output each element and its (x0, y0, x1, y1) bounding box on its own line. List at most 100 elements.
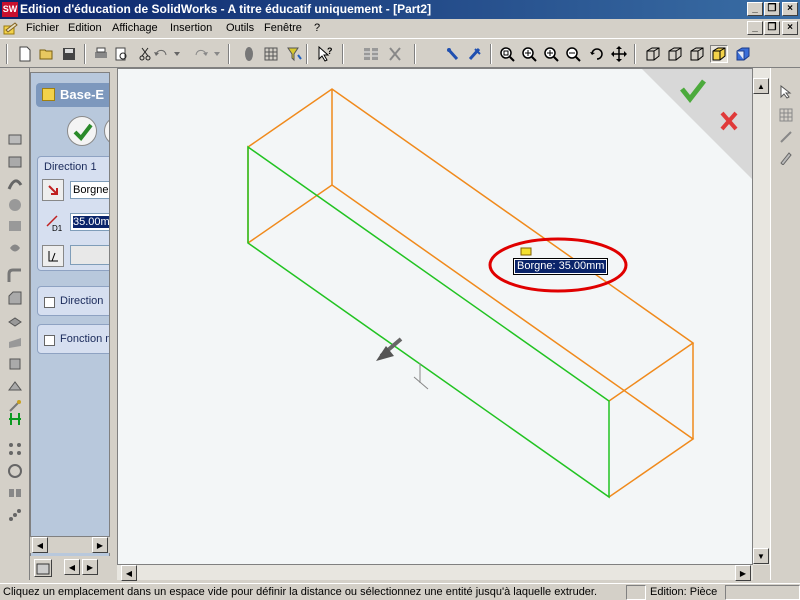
vertical-scrollbar[interactable]: ▲ ▼ (753, 68, 770, 565)
mirror-icon[interactable] (6, 485, 24, 501)
zoom-area-icon[interactable] (520, 45, 538, 63)
rotate-icon[interactable] (588, 45, 606, 63)
status-pane (626, 585, 646, 600)
close-button[interactable]: × (782, 2, 798, 16)
pm-horizontal-scrollbar[interactable]: ◀ ▶ (30, 536, 110, 553)
doc-restore-button[interactable]: ❐ (764, 21, 780, 35)
measure-icon[interactable] (444, 45, 462, 63)
curve-pattern-icon[interactable] (6, 507, 24, 523)
grid-icon[interactable] (778, 107, 794, 123)
toolbar-separator (228, 44, 230, 64)
scroll-left-button[interactable]: ◀ (121, 565, 137, 581)
scroll-right-button[interactable]: ▶ (92, 537, 108, 553)
window-title: Edition d'éducation de SolidWorks - A ti… (20, 2, 432, 16)
pm-cancel-button[interactable] (104, 116, 109, 146)
title-bar: SW Edition d'éducation de SolidWorks - A… (0, 0, 800, 19)
save-icon[interactable] (60, 45, 78, 63)
extrude-feature-icon (42, 88, 55, 101)
menu-fichier[interactable]: Fichier (26, 22, 59, 34)
minimize-button[interactable]: _ (747, 2, 763, 16)
filter-icon[interactable] (286, 45, 304, 63)
pm-title: Base-E (60, 87, 105, 102)
loft-icon[interactable] (6, 197, 24, 213)
sketch-grid-icon[interactable] (262, 45, 280, 63)
tab-scroll-left-button[interactable]: ◀ (64, 559, 80, 575)
rib-icon[interactable] (6, 334, 24, 350)
scroll-down-button[interactable]: ▼ (753, 548, 769, 564)
menu-edition[interactable]: Edition (68, 22, 102, 34)
shaded-icon[interactable] (734, 45, 752, 63)
revolve-cut-icon[interactable] (6, 240, 24, 256)
zoom-selection-icon[interactable] (564, 45, 582, 63)
dimension-icon[interactable] (778, 129, 794, 145)
restore-button[interactable]: ❐ (764, 2, 780, 16)
dimension-handle-icon[interactable] (520, 247, 532, 256)
sweep-icon[interactable] (6, 175, 24, 191)
direction1-title: Direction 1 (44, 161, 97, 173)
sketch-toolbar (770, 68, 800, 580)
scroll-up-button[interactable]: ▲ (753, 78, 769, 94)
menu-bar: Fichier Edition Affichage Insertion Outi… (0, 19, 800, 38)
pan-icon[interactable] (610, 45, 628, 63)
dimension-callout[interactable]: Borgne: 35.00mm (512, 258, 609, 275)
redo-dropdown-icon[interactable] (208, 45, 226, 63)
print-preview-icon[interactable] (112, 45, 130, 63)
select-arrow-icon[interactable] (778, 84, 794, 100)
rebuild-icon[interactable] (386, 45, 404, 63)
graphics-area[interactable]: Borgne: 35.00mm (117, 68, 753, 565)
depth-input[interactable]: 35.00m (70, 213, 109, 231)
toolbar-separator (342, 44, 344, 64)
revolve-boss-icon[interactable] (6, 154, 24, 170)
move-face-icon[interactable] (6, 411, 24, 427)
menu-outils[interactable]: Outils (226, 22, 254, 34)
tab-scroll-right-button[interactable]: ▶ (82, 559, 98, 575)
new-icon[interactable] (16, 45, 34, 63)
direction2-checkbox[interactable] (44, 297, 55, 308)
circular-pattern-icon[interactable] (6, 463, 24, 479)
menu-fenetre[interactable]: Fenêtre (264, 22, 302, 34)
menu-help[interactable]: ? (314, 22, 320, 34)
toolbar-separator (490, 44, 492, 64)
toolbar-grip (6, 44, 8, 64)
reverse-direction-icon[interactable] (42, 179, 64, 201)
dome-icon[interactable] (6, 378, 24, 394)
extrude-cut-icon[interactable] (6, 218, 24, 234)
mass-icon[interactable] (466, 45, 484, 63)
thin-feature-checkbox[interactable] (44, 335, 55, 346)
zoom-in-out-icon[interactable] (542, 45, 560, 63)
document-menu-icon[interactable] (3, 21, 19, 36)
hidden-lines-icon[interactable] (688, 45, 706, 63)
extrude-boss-icon[interactable] (6, 131, 24, 147)
menu-affichage[interactable]: Affichage (112, 22, 158, 34)
wireframe-icon[interactable] (666, 45, 684, 63)
scroll-right-button[interactable]: ▶ (735, 565, 751, 581)
table-icon[interactable] (362, 45, 380, 63)
help-pointer-icon[interactable]: ? (316, 45, 334, 63)
shell-icon[interactable] (6, 312, 24, 328)
linear-pattern-icon[interactable] (6, 441, 24, 457)
standard-toolbar: ? (0, 38, 800, 68)
zoom-fit-icon[interactable] (498, 45, 516, 63)
sketch-pencil-icon[interactable] (778, 150, 794, 166)
doc-minimize-button[interactable]: _ (747, 21, 763, 35)
doc-close-button[interactable]: × (782, 21, 798, 35)
scroll-left-button[interactable]: ◀ (32, 537, 48, 553)
horizontal-scrollbar[interactable]: ◀ ▶ (117, 565, 753, 581)
status-pane-empty (725, 585, 800, 600)
isometric-icon[interactable] (644, 45, 662, 63)
fillet-icon[interactable] (6, 268, 24, 284)
draft-toggle-icon[interactable] (42, 245, 64, 267)
draft-angle-input[interactable] (70, 245, 109, 265)
select-icon[interactable] (240, 45, 258, 63)
feature-manager-tab-icon[interactable] (34, 559, 52, 577)
print-icon[interactable] (92, 45, 110, 63)
direction2-label: Direction (60, 295, 104, 307)
draft-icon[interactable] (6, 356, 24, 372)
end-condition-select[interactable]: Borgne (70, 181, 109, 199)
menu-insertion[interactable]: Insertion (170, 22, 212, 34)
undo-dropdown-icon[interactable] (168, 45, 186, 63)
pm-ok-button[interactable] (67, 116, 97, 146)
open-icon[interactable] (38, 45, 56, 63)
chamfer-icon[interactable] (6, 290, 24, 306)
shaded-edges-icon[interactable] (710, 45, 728, 63)
